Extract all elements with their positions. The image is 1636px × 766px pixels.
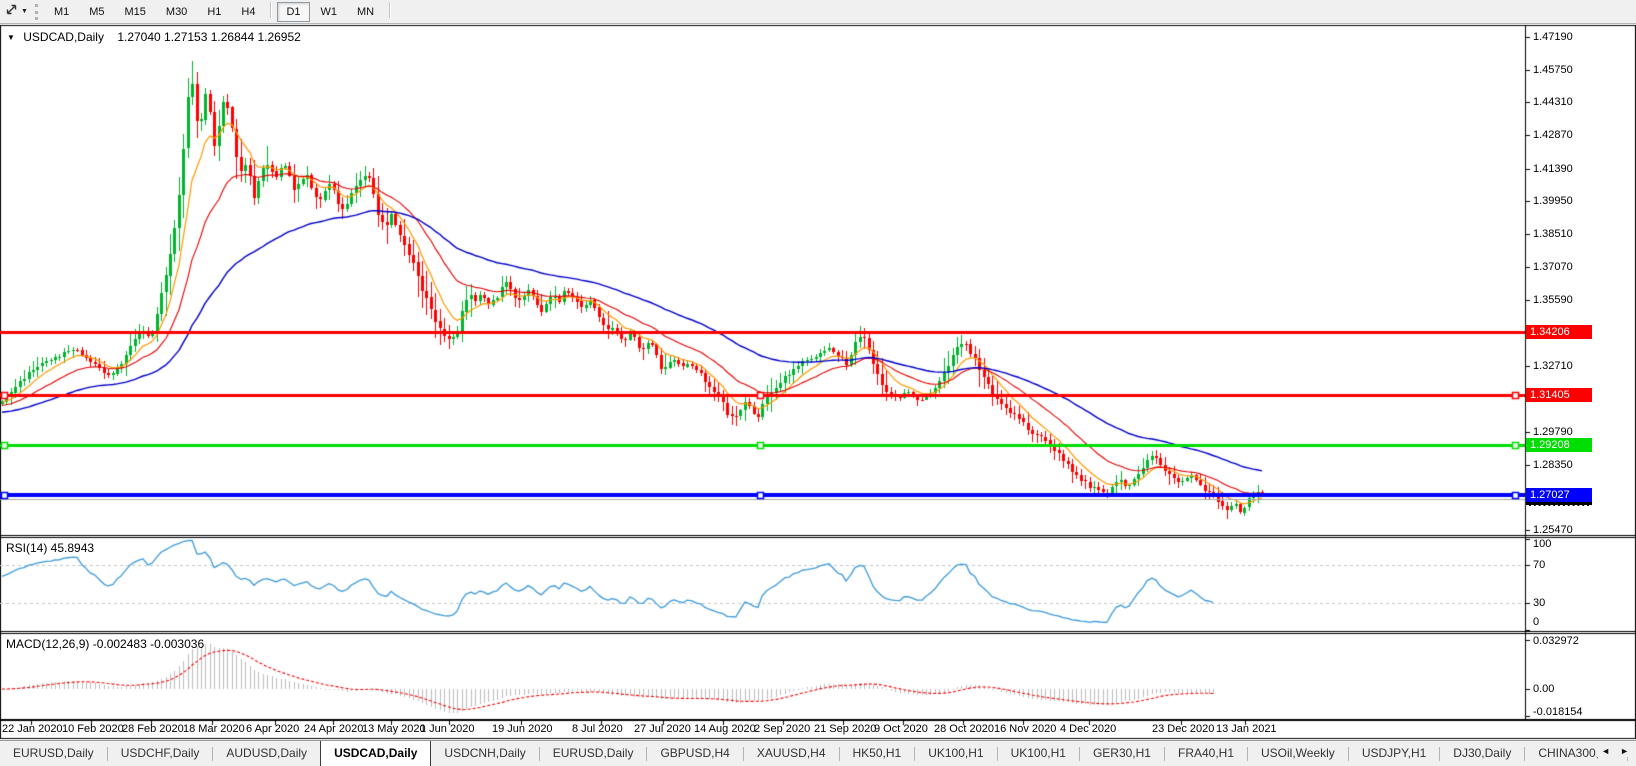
x-axis-date-label: 21 Sep 2020 [814, 723, 877, 735]
x-axis-date-label: 13 Jan 2021 [1216, 723, 1277, 735]
timeframe-button-d1[interactable]: D1 [277, 1, 310, 22]
y-axis-tick-label: 1.25470 [1533, 523, 1573, 536]
chart-tab-uk100-h1[interactable]: UK100,H1 [915, 741, 996, 766]
y-axis-tick-label: 1.35590 [1533, 294, 1573, 307]
toolbar-grip-handle[interactable] [34, 3, 38, 20]
y-axis-tick-label: 1.28350 [1533, 458, 1573, 471]
x-axis-date-label: 10 Feb 2020 [62, 723, 124, 735]
timeframe-button-w1[interactable]: W1 [312, 2, 347, 22]
macd-axis-label: 0.00 [1533, 683, 1555, 695]
chart-ohlc-values: 1.27040 1.27153 1.26844 1.26952 [117, 30, 301, 44]
chart-tab-uk100-h1[interactable]: UK100,H1 [998, 741, 1079, 766]
chart-tab-ger30-h1[interactable]: GER30,H1 [1080, 741, 1164, 766]
x-axis-date-label: 6 Apr 2020 [246, 723, 300, 735]
timeframe-button-m1[interactable]: M1 [45, 2, 78, 22]
chart-symbol-label: USDCAD,Daily [23, 30, 104, 44]
timeframe-button-m5[interactable]: M5 [80, 2, 113, 22]
chart-tool-button[interactable]: ▼ [4, 2, 31, 22]
y-axis-tick-label: 1.38510 [1533, 228, 1573, 241]
chart-tab-usdjpy-h1[interactable]: USDJPY,H1 [1349, 741, 1439, 766]
hline-price-label[interactable]: 1.29208 [1526, 438, 1592, 452]
chart-tool-icon [4, 2, 19, 22]
chart-tab-usoil-weekly[interactable]: USOil,Weekly [1248, 741, 1348, 766]
tab-scroll-left-icon[interactable]: ◄ [1601, 746, 1610, 756]
y-axis-tick-label: 1.37070 [1533, 260, 1573, 273]
timeframe-button-m30[interactable]: M30 [157, 2, 196, 22]
chart-tab-usdchf-daily[interactable]: USDCHF,Daily [108, 741, 213, 766]
x-axis-date-label: 14 Aug 2020 [694, 723, 756, 735]
x-axis-date-label: 8 Jul 2020 [572, 723, 623, 735]
y-axis-tick-label: 1.42870 [1533, 129, 1573, 142]
chart-tab-xauusd-h4[interactable]: XAUUSD,H4 [744, 741, 839, 766]
y-axis-tick-label: 1.44310 [1533, 96, 1573, 109]
chart-tab-usdcad-daily[interactable]: USDCAD,Daily [320, 741, 432, 766]
y-axis-tick-label: 1.45750 [1533, 63, 1573, 76]
toolbar-separator [389, 1, 391, 18]
price-chart-canvas[interactable] [0, 0, 1636, 766]
x-axis-date-label: 27 Jul 2020 [634, 723, 691, 735]
chart-tab-audusd-daily[interactable]: AUDUSD,Daily [213, 741, 320, 766]
tab-scroll-buttons: ◄ ► [1597, 745, 1633, 757]
chart-title-caret-icon[interactable]: ▼ [7, 33, 15, 42]
rsi-level-label: 70 [1533, 559, 1546, 571]
y-axis-tick-label: 1.47190 [1533, 31, 1573, 43]
application-window: ▼ M1 M5 M15 M30 H1 H4 D1 W1 MN ▼ USDCAD,Daily 1.… [0, 0, 1636, 766]
x-axis-date-label: 28 Feb 2020 [122, 723, 184, 735]
y-axis-tick-label: 1.41390 [1533, 162, 1573, 175]
y-axis-tick-label: 1.29790 [1533, 425, 1573, 438]
x-axis-date-label: 1 Jun 2020 [420, 723, 475, 735]
x-axis-date-label: 22 Jan 2020 [2, 723, 63, 735]
x-axis-date-label: 4 Dec 2020 [1060, 723, 1117, 735]
chart-tab-usdcnh-daily[interactable]: USDCNH,Daily [431, 741, 538, 766]
hline-price-label[interactable]: 1.27027 [1526, 488, 1592, 502]
timeframe-button-h4[interactable]: H4 [232, 2, 264, 22]
x-axis-date-label: 19 Jun 2020 [492, 723, 553, 735]
chart-tab-gbpusd-h4[interactable]: GBPUSD,H4 [647, 741, 742, 766]
macd-axis-label: 0.032972 [1533, 635, 1579, 647]
x-axis-date-label: 2 Sep 2020 [754, 723, 811, 735]
macd-axis-label: -0.018154 [1533, 706, 1583, 718]
rsi-level-label: 30 [1533, 597, 1546, 609]
x-axis-date-label: 9 Oct 2020 [874, 723, 928, 735]
rsi-level-label: 100 [1533, 538, 1552, 550]
chart-tab-dj30-daily[interactable]: DJ30,Daily [1440, 741, 1524, 766]
chart-tab-bar: EURUSD,Daily USDCHF,Daily AUDUSD,Daily USDC… [0, 740, 1636, 766]
chart-title: ▼ USDCAD,Daily 1.27040 1.27153 1.26844 1… [7, 30, 301, 44]
timeframe-toolbar: ▼ M1 M5 M15 M30 H1 H4 D1 W1 MN [0, 0, 1636, 24]
chart-tab-fra40-h1[interactable]: FRA40,H1 [1165, 741, 1247, 766]
rsi-level-label: 0 [1533, 616, 1540, 628]
chart-tool-caret-icon[interactable]: ▼ [21, 8, 28, 15]
x-axis-date-label: 16 Nov 2020 [994, 723, 1057, 735]
chart-tab-hk50-h1[interactable]: HK50,H1 [840, 741, 915, 766]
timeframe-button-m15[interactable]: M15 [116, 2, 155, 22]
rsi-indicator-label: RSI(14) 45.8943 [6, 541, 95, 555]
x-axis-date-label: 13 May 2020 [362, 723, 426, 735]
x-axis-date-label: 24 Apr 2020 [304, 723, 364, 735]
x-axis-date-label: 18 Mar 2020 [183, 723, 245, 735]
hline-price-label[interactable]: 1.34206 [1526, 325, 1592, 339]
timeframe-button-mn[interactable]: MN [348, 2, 383, 22]
y-axis-tick-label: 1.32710 [1533, 359, 1573, 372]
y-axis-tick-label: 1.39950 [1533, 195, 1573, 208]
x-axis-date-label: 28 Oct 2020 [934, 723, 994, 735]
hline-price-label[interactable]: 1.31405 [1526, 388, 1592, 402]
toolbar-separator [270, 1, 272, 18]
timeframe-button-h1[interactable]: H1 [198, 2, 230, 22]
chart-tab-eurusd-daily[interactable]: EURUSD,Daily [540, 741, 647, 766]
timeframe-buttons: M1 M5 M15 M30 H1 H4 D1 W1 MN [44, 1, 395, 22]
x-axis-date-label: 23 Dec 2020 [1152, 723, 1215, 735]
macd-indicator-label: MACD(12,26,9) -0.002483 -0.003036 [6, 637, 205, 651]
chart-tab-eurusd-daily[interactable]: EURUSD,Daily [0, 741, 107, 766]
tab-scroll-right-icon[interactable]: ► [1620, 746, 1629, 756]
